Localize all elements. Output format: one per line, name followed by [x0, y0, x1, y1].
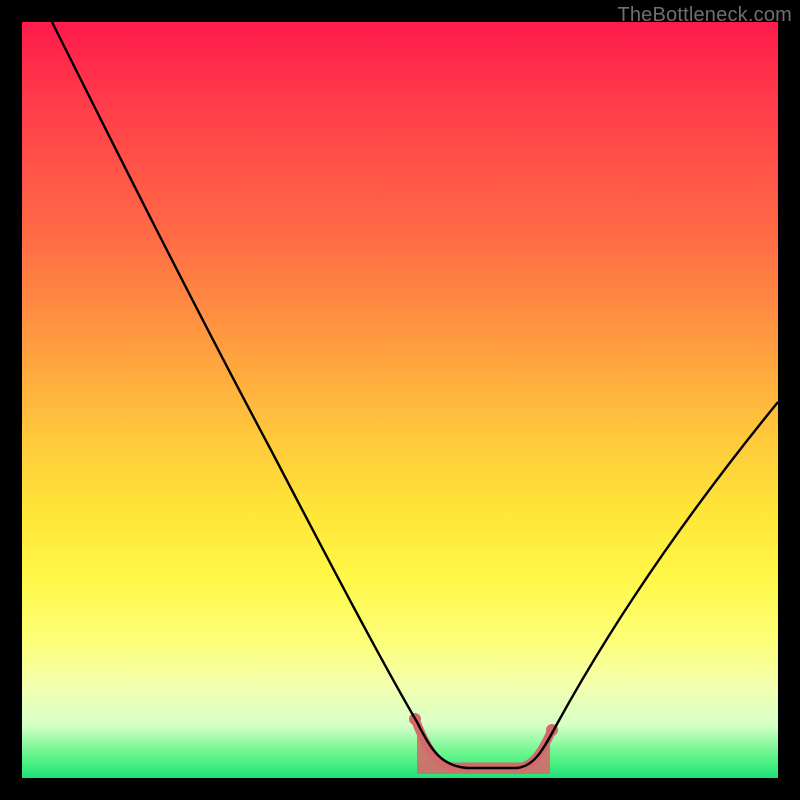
highlight-band-stroke	[415, 719, 552, 767]
chart-stage: TheBottleneck.com	[0, 0, 800, 800]
bottleneck-curve	[22, 22, 778, 778]
plot-area	[22, 22, 778, 778]
curve-path	[52, 22, 778, 768]
watermark-text: TheBottleneck.com	[617, 4, 792, 27]
